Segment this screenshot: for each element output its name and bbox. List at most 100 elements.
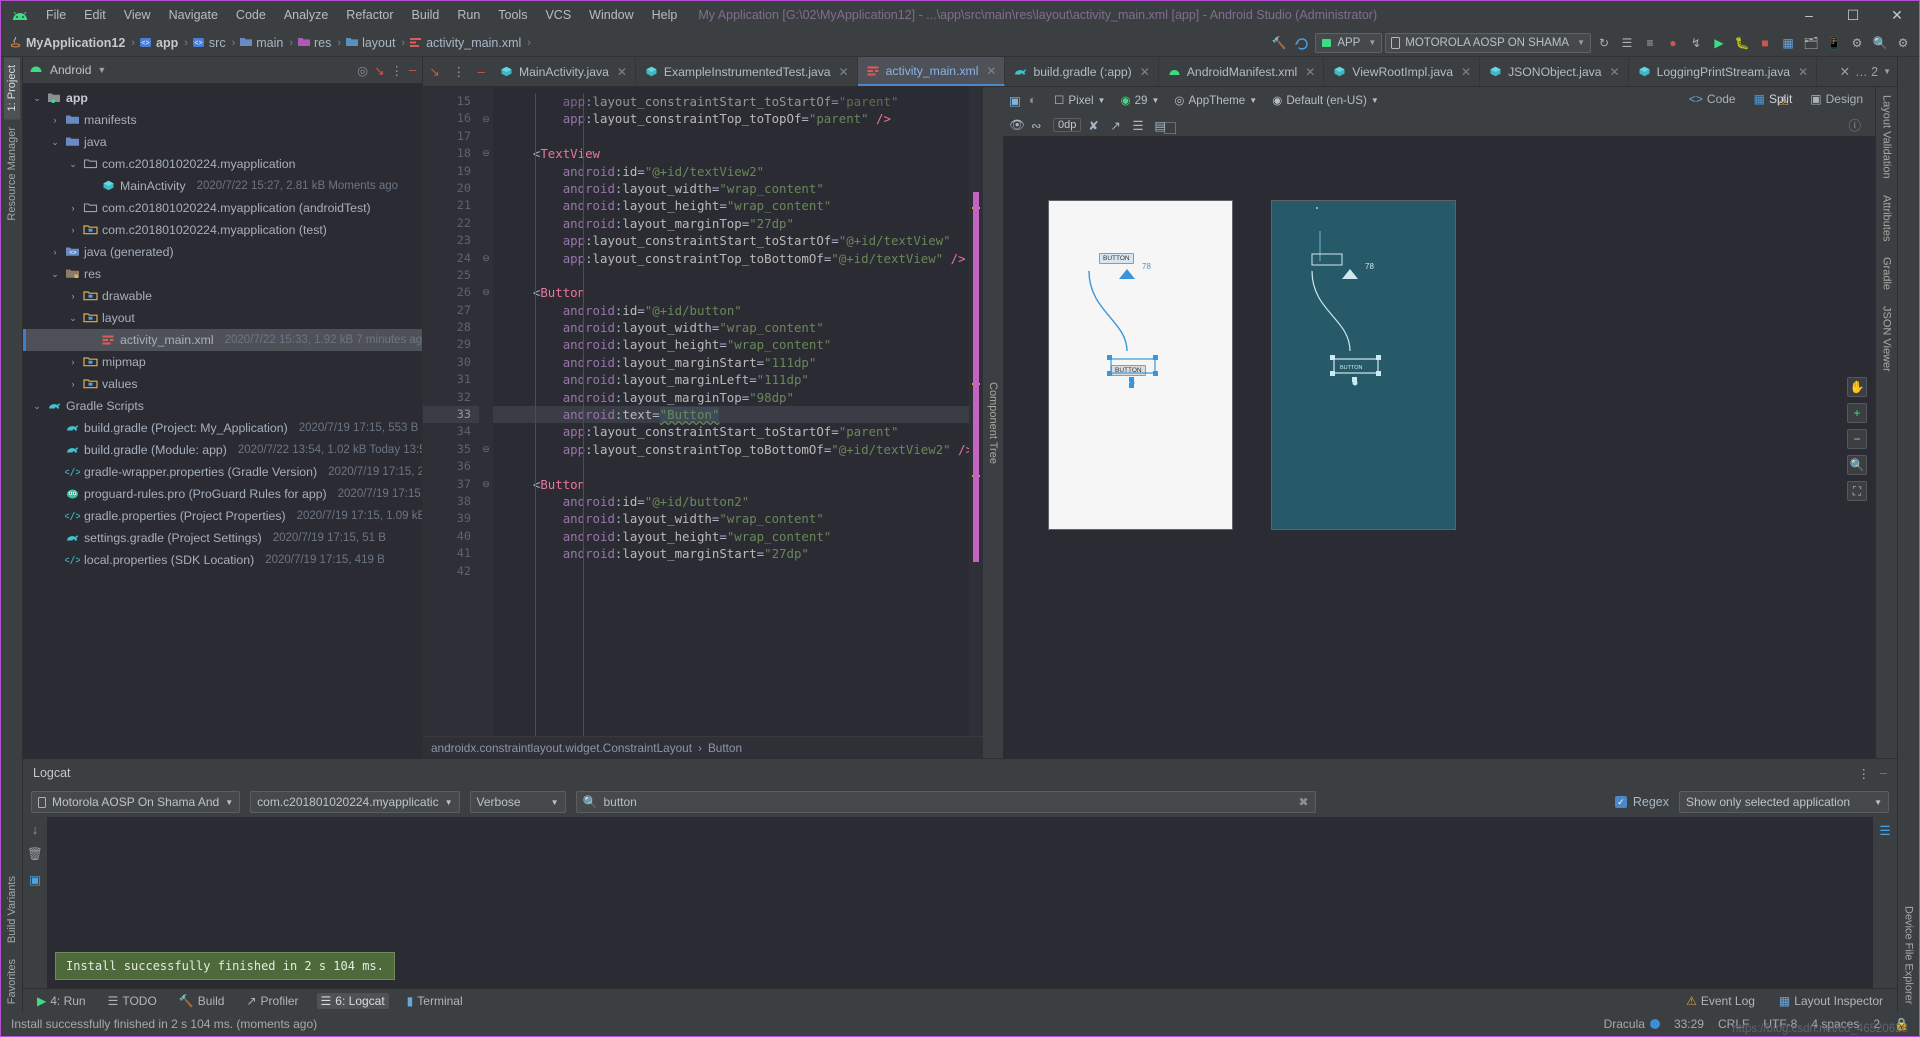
mode-code-button[interactable]: <> Code <box>1685 91 1740 107</box>
code-line[interactable]: android:text="Button" <box>493 406 983 424</box>
code-scroll-area[interactable]: 15 16 17 18 19 20 21 22 23 24 25 26 27 28 29 30 31 32 33 34… <box>423 87 983 736</box>
tree-row[interactable]: proguard-rules.pro (ProGuard Rules for a… <box>23 483 422 505</box>
tree-row[interactable]: build.gradle (Module: app) 2020/7/22 13:5… <box>23 439 422 461</box>
chevron-down-icon[interactable]: ⌄ <box>49 269 61 280</box>
menu-code[interactable]: Code <box>227 5 275 25</box>
tree-row[interactable]: › com.c201801020224.myapplication (androi… <box>23 197 422 219</box>
tree-row[interactable]: ⌄ Gradle Scripts <box>23 395 422 417</box>
tree-row[interactable]: build.gradle (Project: My_Application) 20… <box>23 417 422 439</box>
editor-tab[interactable]: activity_main.xml ✕ <box>857 57 1006 86</box>
menu-navigate[interactable]: Navigate <box>160 5 227 25</box>
close-tab-icon[interactable]: ✕ <box>839 65 849 79</box>
settings-icon[interactable]: ⚙ <box>1893 33 1913 53</box>
caret-position[interactable]: 33:29 <box>1674 1017 1704 1031</box>
hide-logcat-icon[interactable]: ‒ <box>1880 766 1887 780</box>
fold-toggle-icon[interactable]: ⊖ <box>479 476 493 493</box>
tree-row-selected[interactable]: activity_main.xml 2020/7/22 15:33, 1.92 k… <box>23 329 422 351</box>
code-line[interactable]: android:layout_width="wrap_content" <box>493 180 983 197</box>
code-line[interactable]: android:layout_marginStart="27dp" <box>493 545 983 562</box>
hide-panel-icon[interactable]: ‒ <box>409 63 416 77</box>
zoom-out-icon[interactable]: − <box>1847 429 1867 449</box>
tree-row[interactable]: ⌄ java <box>23 131 422 153</box>
stop-button-icon[interactable]: ■ <box>1755 33 1775 53</box>
code-line[interactable]: app:layout_constraintStart_toStartOf="pa… <box>493 93 983 110</box>
code-line[interactable] <box>493 267 983 284</box>
chevron-right-icon[interactable]: › <box>67 203 79 213</box>
tree-row[interactable]: </> gradle.properties (Project Properties… <box>23 505 422 527</box>
search-everywhere-icon[interactable]: 🔍 <box>1870 33 1890 53</box>
close-tab-icon[interactable]: ✕ <box>1610 65 1620 79</box>
logcat-output[interactable]: Install successfully finished in 2 s 104… <box>47 817 1873 988</box>
more-options-icon-tabs[interactable]: ⋮ <box>453 64 466 79</box>
infer-constraints-icon[interactable]: ↗ <box>1110 118 1125 133</box>
code-line[interactable] <box>493 458 983 475</box>
chevron-right-icon[interactable]: › <box>67 291 79 301</box>
menu-file[interactable]: File <box>37 5 75 25</box>
guideline-icon[interactable]: ▤ <box>1154 118 1169 133</box>
code-line[interactable]: android:id="@+id/button2" <box>493 493 983 510</box>
close-button[interactable]: ✕ <box>1875 1 1919 29</box>
run-config-select[interactable]: APP ▼ <box>1315 32 1383 53</box>
chevron-down-icon[interactable]: ⌄ <box>31 401 43 412</box>
tree-row[interactable]: </> gradle-wrapper.properties (Gradle Ver… <box>23 461 422 483</box>
chevron-down-icon-tabs[interactable]: ▼ <box>1883 67 1891 76</box>
code-line[interactable]: <TextView <box>493 145 983 162</box>
breadcrumb-layout[interactable]: layout <box>360 36 397 50</box>
zoom-fit-icon[interactable]: 🔍 <box>1847 455 1867 475</box>
profiler-icon[interactable]: ● <box>1663 33 1683 53</box>
sync-project-icon[interactable]: ↻ <box>1594 33 1614 53</box>
device-dropdown[interactable]: ☐ Pixel ▼ <box>1049 92 1110 108</box>
tree-row[interactable]: ⌄ com.c201801020224.myapplication <box>23 153 422 175</box>
chevron-right-icon[interactable]: › <box>67 379 79 389</box>
breadcrumb-main[interactable]: main <box>254 36 285 50</box>
sidebar-item-resource-manager[interactable]: Resource Manager <box>4 119 20 229</box>
layout-inspector-icon[interactable]: ▦ <box>1778 33 1798 53</box>
clear-logcat-icon[interactable]: 🗑 <box>27 847 43 862</box>
build-icon[interactable]: 🔨 <box>1269 33 1289 53</box>
editor-tab[interactable]: build.gradle (:app) ✕ <box>1005 57 1159 86</box>
project-tree[interactable]: ⌄ app › manifests ⌄ java ⌄ com.c201801020224.my… <box>23 83 422 758</box>
code-line[interactable]: android:id="@+id/button" <box>493 302 983 319</box>
sidebar-item-json-viewer[interactable]: JSON Viewer <box>1879 298 1895 380</box>
fold-toggle-icon[interactable]: ⊖ <box>479 250 493 267</box>
tree-row[interactable]: ⌄ layout <box>23 307 422 329</box>
sidebar-item-device-file-explorer[interactable]: Device File Explorer <box>1901 898 1917 1012</box>
tree-row[interactable]: ⌄ app <box>23 87 422 109</box>
code-line[interactable]: app:layout_constraintTop_toBottomOf="@+i… <box>493 441 983 458</box>
chevron-right-icon[interactable]: › <box>49 247 61 257</box>
chevron-right-icon[interactable]: › <box>67 225 79 235</box>
soft-wrap-icon[interactable]: ☰ <box>1879 823 1890 988</box>
code-line[interactable]: app:layout_constraintStart_toStartOf="@+… <box>493 232 983 249</box>
tree-row[interactable]: </> local.properties (SDK Location) 2020/7… <box>23 549 422 571</box>
code-line[interactable]: android:layout_marginStart="111dp" <box>493 354 983 371</box>
bottom-tab-terminal[interactable]: ▮ Terminal <box>403 993 467 1009</box>
screenshot-icon[interactable]: ▣ <box>29 872 41 887</box>
code-line[interactable]: <Button <box>493 284 983 301</box>
more-options-icon[interactable]: ⋮ <box>391 63 404 78</box>
footer-root-path[interactable]: androidx.constraintlayout.widget.Constra… <box>431 741 692 755</box>
device-blueprint-preview[interactable]: 78 BUTTON <box>1271 200 1456 530</box>
code-line[interactable]: android:layout_marginTop="98dp" <box>493 389 983 406</box>
attach-debugger-icon[interactable]: ↯ <box>1686 33 1706 53</box>
logcat-search-input[interactable]: 🔍 button ✖ <box>575 791 1316 813</box>
sidebar-item-gradle[interactable]: Gradle <box>1879 249 1895 298</box>
scroll-end-icon[interactable]: ↓ <box>32 823 38 837</box>
menu-tools[interactable]: Tools <box>489 5 536 25</box>
debug-button-icon[interactable]: 🐛 <box>1732 33 1752 53</box>
hide-editor-icon[interactable]: ‒ <box>478 65 485 79</box>
code-text[interactable]: app:layout_constraintStart_toStartOf="pa… <box>493 87 983 736</box>
tree-row[interactable]: MainActivity 2020/7/22 15:27, 2.81 kB Mom… <box>23 175 422 197</box>
mode-design-button[interactable]: ▣ Design <box>1806 91 1867 107</box>
editor-tab[interactable]: LoggingPrintStream.java ✕ <box>1629 57 1818 86</box>
magnet-icon[interactable]: ∾ <box>1031 118 1046 133</box>
close-tab-icon-overflow[interactable]: ✕ <box>1840 64 1850 79</box>
code-line[interactable]: app:layout_constraintStart_toStartOf="pa… <box>493 423 983 440</box>
menu-edit[interactable]: Edit <box>75 5 115 25</box>
minimize-button[interactable]: – <box>1787 1 1831 29</box>
avd-manager-icon[interactable]: ☰ <box>1617 33 1637 53</box>
chevron-down-icon-project[interactable]: ▼ <box>97 65 106 75</box>
theme-dropdown[interactable]: ◎ AppTheme ▼ <box>1169 92 1262 108</box>
tree-row[interactable]: › drawable <box>23 285 422 307</box>
device-file-explorer-icon[interactable]: 🗂 <box>1801 33 1821 53</box>
chevron-down-icon[interactable]: ⌄ <box>31 93 43 104</box>
